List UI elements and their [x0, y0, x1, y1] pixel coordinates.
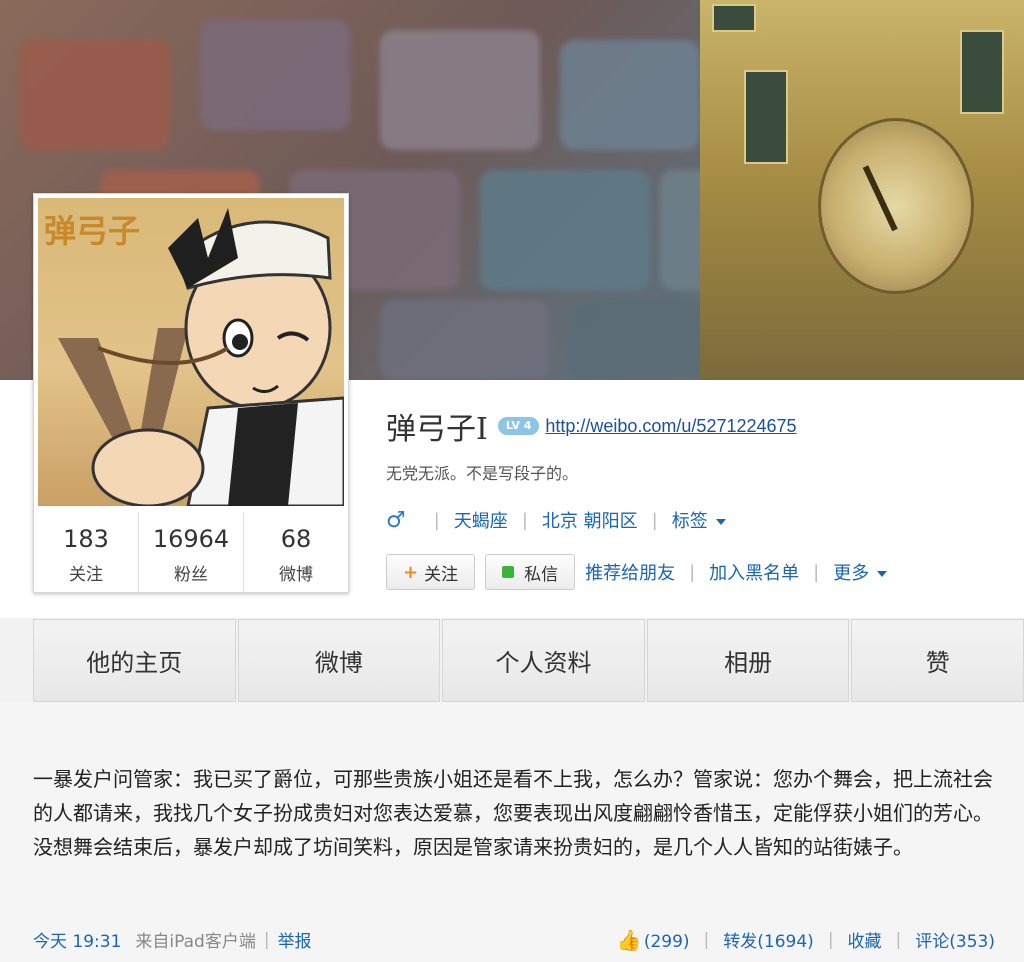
level-badge[interactable]: LV 4	[497, 417, 540, 435]
followers-label: 粉丝	[174, 565, 208, 585]
blacklist-link[interactable]: 加入黑名单	[709, 559, 799, 585]
report-link[interactable]: 举报	[278, 927, 312, 952]
action-row: + 关注 私信 推荐给朋友 | 加入黑名单 | 更多	[386, 554, 888, 590]
stat-posts[interactable]: 68 微博	[244, 512, 348, 592]
message-icon	[502, 566, 515, 578]
post-source: 来自iPad客户端	[135, 932, 256, 952]
male-gender-icon: ♂	[386, 507, 406, 533]
favorite-link[interactable]: 收藏	[848, 927, 882, 952]
post-actions: 👍 (299) | 转发(1694) | 收藏 | 评论(353)	[616, 927, 995, 953]
profile-url-link[interactable]: http://weibo.com/u/5271224675	[545, 416, 796, 437]
follow-button[interactable]: + 关注	[386, 554, 476, 590]
profile-tabs: 他的主页 微博 个人资料 相册 赞	[33, 619, 1024, 702]
zodiac-link[interactable]: 天蝎座	[454, 507, 508, 533]
chevron-down-icon	[877, 571, 888, 577]
tab-album[interactable]: 相册	[646, 619, 850, 702]
tab-profile-info[interactable]: 个人资料	[442, 619, 645, 702]
avatar-card: 弹弓子 183 关注 16964 粉丝 68 微博	[33, 193, 349, 593]
post-time-link[interactable]: 今天 19:31	[33, 927, 121, 952]
name-row: 弹弓子I LV 4 http://weibo.com/u/5271224675	[386, 404, 797, 448]
more-dropdown[interactable]: 更多	[833, 559, 888, 585]
user-name: 弹弓子I	[386, 412, 488, 447]
message-button[interactable]: 私信	[485, 554, 576, 590]
post-text: 一暴发户问管家：我已买了爵位，可那些贵族小姐还是看不上我，怎么办？管家说：您办个…	[33, 767, 993, 859]
posts-count: 68	[280, 525, 312, 553]
like-button[interactable]: 👍 (299)	[617, 928, 690, 952]
svg-text:弹弓子: 弹弓子	[44, 212, 140, 250]
posts-label: 微博	[279, 565, 313, 585]
post-footer: 今天 19:31 来自iPad客户端 | 举报 👍 (299) | 转发(1694…	[33, 927, 995, 953]
user-bio: 无党无派。不是写段子的。	[386, 464, 579, 483]
stats-bar: 183 关注 16964 粉丝 68 微博	[34, 512, 348, 592]
post-card: 一暴发户问管家：我已买了爵位，可那些贵族小姐还是看不上我，怎么办？管家说：您办个…	[0, 702, 1024, 962]
following-count: 183	[63, 525, 109, 553]
recommend-link[interactable]: 推荐给朋友	[585, 559, 675, 585]
tab-weibo[interactable]: 微博	[237, 619, 441, 702]
chevron-down-icon	[715, 519, 726, 525]
stat-following[interactable]: 183 关注	[34, 512, 139, 592]
comment-link[interactable]: 评论(353)	[915, 927, 995, 952]
thumbs-up-icon: 👍	[616, 927, 642, 952]
followers-count: 16964	[152, 525, 230, 553]
tab-home[interactable]: 他的主页	[33, 619, 236, 702]
plus-icon: +	[403, 561, 419, 583]
following-label: 关注	[69, 565, 103, 585]
location-link[interactable]: 北京 朝阳区	[542, 507, 638, 533]
avatar[interactable]: 弹弓子	[38, 198, 344, 506]
tab-likes[interactable]: 赞	[851, 619, 1024, 702]
clock-face	[818, 118, 974, 294]
meta-row: ♂ | 天蝎座 | 北京 朝阳区 | 标签	[386, 507, 726, 533]
tags-dropdown[interactable]: 标签	[672, 507, 726, 533]
repost-link[interactable]: 转发(1694)	[723, 927, 814, 952]
stat-followers[interactable]: 16964 粉丝	[139, 512, 244, 592]
